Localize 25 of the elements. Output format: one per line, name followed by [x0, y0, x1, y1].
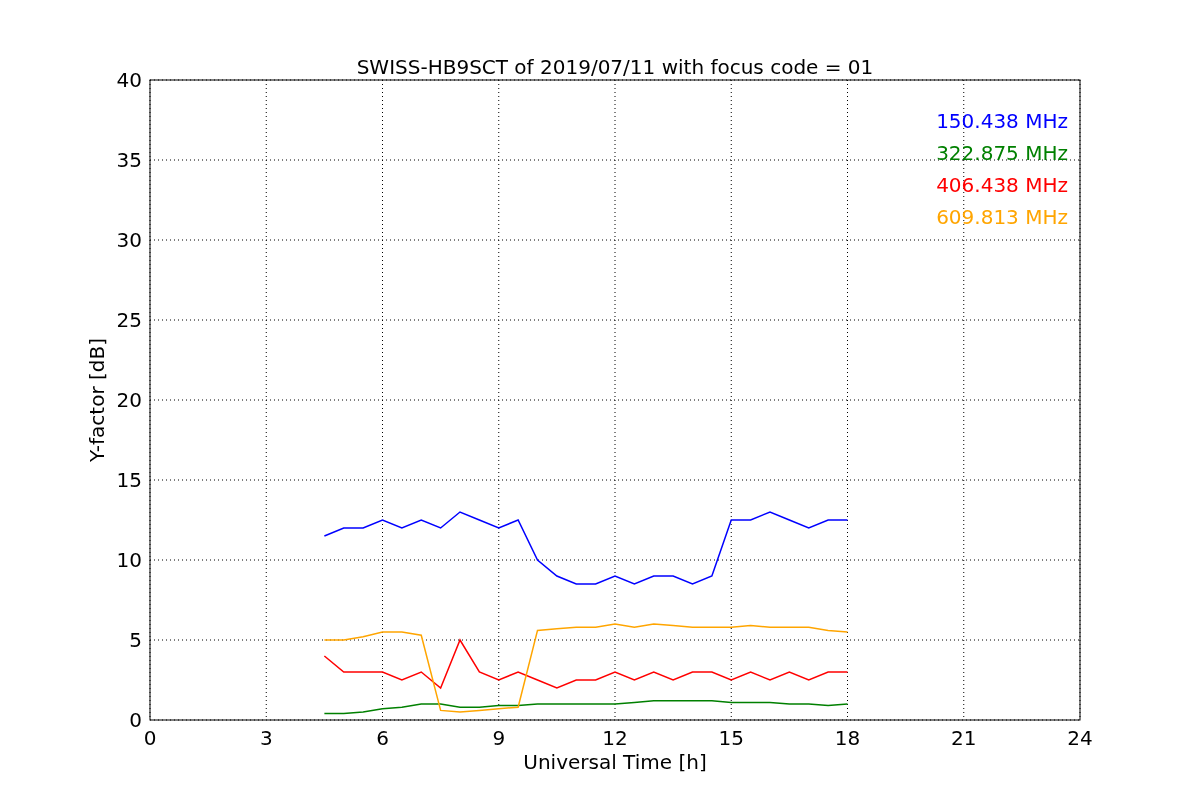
x-tick-label: 21	[951, 726, 977, 750]
y-axis-label: Y-factor [dB]	[85, 338, 109, 462]
y-tick-label: 25	[116, 308, 142, 332]
y-tick-label: 40	[116, 68, 142, 92]
y-tick-label: 15	[116, 468, 142, 492]
x-axis-label: Universal Time [h]	[523, 750, 707, 774]
x-tick-label: 9	[492, 726, 506, 750]
x-tick-label: 18	[834, 726, 861, 750]
y-tick-label: 0	[129, 708, 142, 732]
y-tick-label: 20	[116, 388, 142, 412]
y-tick-label: 5	[129, 628, 142, 652]
y-tick-label: 30	[116, 228, 142, 252]
chart-title: SWISS-HB9SCT of 2019/07/11 with focus code = 01	[356, 55, 874, 79]
legend-label: 609.813 MHz	[936, 205, 1068, 229]
x-tick-label: 6	[376, 726, 389, 750]
legend-label: 150.438 MHz	[936, 109, 1068, 133]
legend-label: 406.438 MHz	[936, 173, 1068, 197]
x-tick-label: 0	[143, 726, 157, 750]
x-tick-label: 15	[718, 726, 744, 750]
legend-label: 322.875 MHz	[936, 141, 1068, 165]
x-tick-label: 24	[1067, 726, 1093, 750]
y-tick-label: 35	[116, 148, 142, 172]
x-tick-label: 12	[602, 726, 628, 750]
y-tick-label: 10	[116, 548, 142, 572]
x-tick-label: 3	[259, 726, 273, 750]
